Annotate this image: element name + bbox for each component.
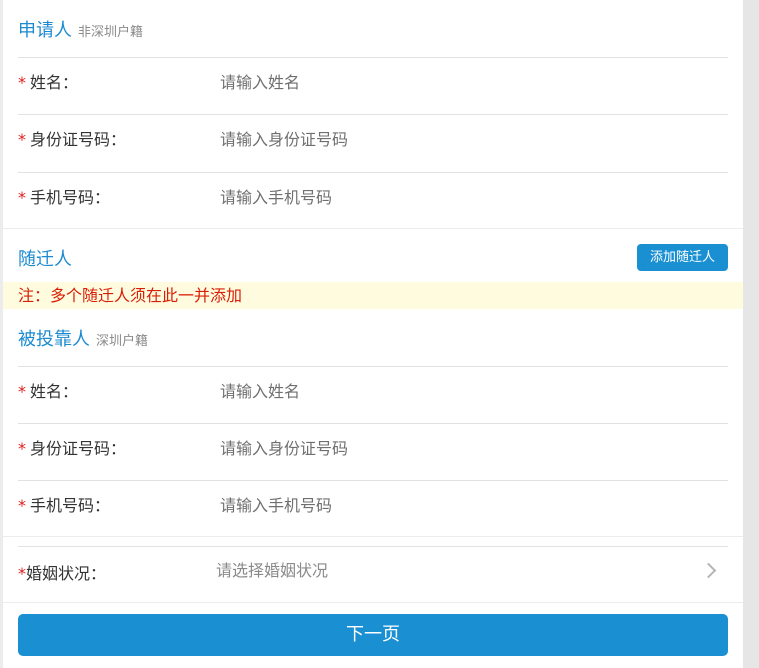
- next-page-button[interactable]: 下一页: [18, 614, 728, 656]
- dependee-phone-label-text: 手机号码：: [30, 496, 111, 515]
- marital-status-select[interactable]: *婚姻状况： 请选择婚姻状况: [3, 546, 743, 602]
- applicant-title: 申请人: [18, 20, 72, 41]
- form-panel: 申请人非深圳户籍 *姓名： *身份证号码： *手机号码： 随迁人 添加随迁人 注…: [3, 0, 743, 668]
- divider: [18, 114, 728, 115]
- required-mark: *: [18, 382, 26, 401]
- section-divider: [3, 536, 743, 537]
- dependee-phone-label: * 手机号码：: [18, 495, 110, 517]
- divider: [18, 480, 728, 481]
- divider: [18, 172, 728, 173]
- required-mark: *: [18, 130, 26, 149]
- scrollbar-track[interactable]: [743, 0, 759, 668]
- divider: [18, 423, 728, 424]
- required-mark: *: [18, 73, 26, 92]
- applicant-phone-input[interactable]: [220, 185, 620, 211]
- applicant-id-input[interactable]: [220, 127, 620, 153]
- required-mark: *: [18, 496, 26, 515]
- dependee-phone-input[interactable]: [220, 493, 620, 519]
- marital-status-label-text: 婚姻状况：: [26, 564, 107, 583]
- companions-title: 随迁人: [18, 249, 72, 270]
- dependee-subtitle: 深圳户籍: [96, 334, 149, 349]
- divider: [18, 57, 728, 58]
- dependee-id-input[interactable]: [220, 436, 620, 462]
- add-companion-button[interactable]: 添加随迁人: [637, 244, 728, 271]
- chevron-right-icon: [700, 562, 717, 579]
- dependee-title: 被投靠人: [18, 329, 90, 350]
- applicant-name-label-text: 姓名：: [30, 73, 79, 92]
- applicant-subtitle: 非深圳户籍: [78, 25, 144, 40]
- section-divider: [3, 602, 743, 603]
- dependee-name-label: * 姓名：: [18, 381, 78, 403]
- marital-status-placeholder: 请选择婚姻状况: [216, 561, 329, 580]
- required-mark: *: [18, 188, 26, 207]
- applicant-name-input[interactable]: [220, 70, 620, 96]
- applicant-id-label: * 身份证号码：: [18, 129, 126, 151]
- applicant-phone-label: * 手机号码：: [18, 187, 110, 209]
- dependee-id-label: * 身份证号码：: [18, 438, 126, 460]
- dependee-name-label-text: 姓名：: [30, 382, 79, 401]
- section-divider: [3, 228, 743, 229]
- notice-bar: 注：多个随迁人须在此一并添加: [3, 282, 743, 309]
- required-mark: *: [18, 439, 26, 458]
- dependee-name-input[interactable]: [220, 379, 620, 405]
- dependee-id-label-text: 身份证号码：: [30, 439, 127, 458]
- notice-text: 注：多个随迁人须在此一并添加: [18, 286, 243, 305]
- applicant-phone-label-text: 手机号码：: [30, 188, 111, 207]
- divider: [18, 366, 728, 367]
- applicant-id-label-text: 身份证号码：: [30, 130, 127, 149]
- dependee-section-title: 被投靠人 深圳户籍: [18, 328, 148, 354]
- applicant-section-title: 申请人 非深圳户籍: [18, 19, 143, 45]
- marital-status-label: *婚姻状况：: [18, 563, 106, 585]
- required-mark: *: [18, 564, 26, 583]
- applicant-name-label: * 姓名：: [18, 72, 78, 94]
